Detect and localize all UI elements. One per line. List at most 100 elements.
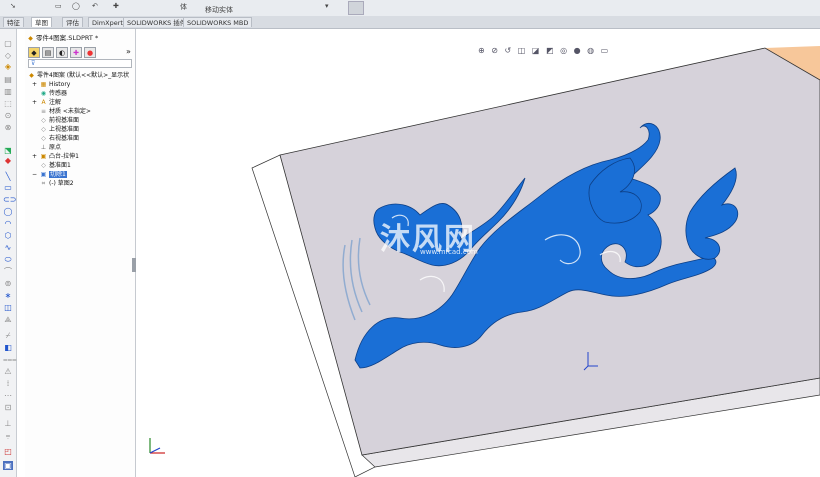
tab-solidworks-mbd[interactable]: SOLIDWORKS MBD <box>183 17 253 27</box>
tree-item-history[interactable]: + ▦ History <box>31 81 70 89</box>
plane-icon[interactable]: ⟁ <box>3 315 13 324</box>
tab-evaluate[interactable]: 评估 <box>62 17 83 27</box>
tree-item-top-plane[interactable]: ◇ 上视基准面 <box>31 126 79 134</box>
property-manager-tab-icon[interactable]: ▤ <box>42 47 54 58</box>
watermark-url: www.mfcad.com <box>420 248 478 256</box>
linear-pattern-icon[interactable]: ⁞ <box>3 379 13 388</box>
display-manager-tab-icon[interactable]: ● <box>84 47 96 58</box>
move-entities-icon[interactable]: ⋯ <box>3 391 13 400</box>
collapse-icon[interactable]: − <box>31 171 38 178</box>
tree-item-label: 材质 <未指定> <box>49 108 91 115</box>
arrow-icon[interactable]: ➘ <box>10 2 16 10</box>
tab-dimxpert[interactable]: DimXpert <box>88 17 127 27</box>
view-settings-icon[interactable]: ▭ <box>601 46 609 55</box>
cut-icon: ▣ <box>40 171 47 178</box>
material-icon: ≡ <box>40 108 47 115</box>
display-style-icon[interactable]: ◩ <box>546 46 554 55</box>
trim-icon[interactable]: ⌿ <box>3 331 13 340</box>
smart-dimension-icon[interactable]: ◈ <box>3 62 13 71</box>
arc-icon[interactable]: ◠ <box>3 219 13 228</box>
toolbar-label-body: 体 <box>180 3 187 11</box>
display-relations-icon[interactable]: ⊥ <box>3 419 13 428</box>
polygon-icon[interactable]: ⬡ <box>3 231 13 240</box>
circle-icon[interactable]: ◯ <box>3 207 13 216</box>
tree-root[interactable]: ◆ 零件4图案 (默认<<默认>_显示状 <box>28 72 129 80</box>
tree-item-cut1[interactable]: − ▣ 切除1 <box>31 171 67 179</box>
previous-view-icon[interactable]: ↺ <box>505 46 512 55</box>
plane-icon: ◇ <box>41 135 46 142</box>
sketch-icon[interactable]: ▢ <box>3 39 13 48</box>
feature-tree-tab-icon[interactable]: ◆ <box>28 47 40 58</box>
edit-appearance-icon[interactable]: ● <box>574 46 581 55</box>
dropdown-icon[interactable]: ▾ <box>325 2 329 10</box>
tree-filter-input[interactable]: ⊽ <box>28 59 132 68</box>
3d-model-view <box>149 46 820 477</box>
hide-show-items-icon[interactable]: ◎ <box>560 46 567 55</box>
spline-icon[interactable]: ∿ <box>3 243 13 252</box>
text-icon[interactable]: ◫ <box>3 303 13 312</box>
circular-pattern-icon[interactable]: ⊡ <box>3 403 13 412</box>
tree-item-plane1[interactable]: ◇ 基准面1 <box>31 162 71 170</box>
tab-solidworks-addins[interactable]: SOLIDWORKS 插件 <box>123 17 191 27</box>
expand-icon[interactable]: + <box>31 99 38 106</box>
quick-snaps-icon[interactable]: ◰ <box>3 447 13 456</box>
tab-features[interactable]: 特征 <box>3 17 24 27</box>
rectangle-tool-icon[interactable]: ▭ <box>55 2 62 10</box>
spacer-icon <box>31 162 38 169</box>
tree-item-label: 切除1 <box>49 171 67 178</box>
add-relation-icon[interactable]: ⩦ <box>3 431 13 440</box>
ellipse-icon[interactable]: ⬭ <box>3 255 13 264</box>
feature-manager-panel: ◆ 零件4图案.SLDPRT * ◆ ▤ ◐ ✚ ● » ⊽ ◆ 零件4图案 (默认… <box>25 29 136 477</box>
tree-item-label: 基准面1 <box>49 162 71 169</box>
dimension-icon[interactable]: ◇ <box>3 51 13 60</box>
document-title-text: 零件4图案.SLDPRT * <box>36 34 99 42</box>
graphics-area[interactable] <box>136 29 820 477</box>
zoom-to-area-icon[interactable]: ⊘ <box>491 46 498 55</box>
slot-icon[interactable]: ⊂⊃ <box>3 195 16 204</box>
expand-icon[interactable]: + <box>31 153 38 160</box>
tree-root-label: 零件4图案 (默认<<默认>_显示状 <box>37 72 130 79</box>
tab-sketch[interactable]: 草图 <box>31 17 52 27</box>
document-title: ◆ 零件4图案.SLDPRT * <box>27 32 98 42</box>
mirror-icon[interactable]: ⚠ <box>3 367 13 376</box>
line-icon[interactable]: ╲ <box>3 172 13 181</box>
tree-item-right-plane[interactable]: ◇ 右视基准面 <box>31 135 79 143</box>
offset-icon[interactable]: ⊚ <box>3 279 13 288</box>
exit-sketch-icon[interactable]: ⬔ <box>3 146 13 155</box>
offset-entities-icon[interactable]: ⩶ <box>3 355 17 364</box>
rapid-sketch-icon[interactable]: ⊙ <box>3 111 13 120</box>
relation-icon[interactable]: ▤ <box>3 75 13 84</box>
tree-item-annotations[interactable]: + A 注解 <box>31 99 61 107</box>
tree-item-boss-extrude[interactable]: + ▣ 凸台-拉伸1 <box>31 153 79 161</box>
convert-entities-icon[interactable]: ◧ <box>3 343 13 352</box>
arc-tool-icon[interactable]: ↶ <box>92 2 98 10</box>
view-orientation-icon[interactable]: ◪ <box>532 46 540 55</box>
view-toggle-button[interactable] <box>348 1 364 15</box>
point-icon[interactable]: ∗ <box>3 291 13 300</box>
dimxpert-tab-icon[interactable]: ✚ <box>70 47 82 58</box>
smart-dim-icon[interactable]: ◆ <box>3 156 13 165</box>
section-view-icon[interactable]: ◫ <box>518 46 526 55</box>
toolbar-label-move-body[interactable]: 移动实体 <box>205 5 233 15</box>
apply-scene-icon[interactable]: ◍ <box>587 46 594 55</box>
fillet-icon[interactable]: ⌒ <box>3 267 13 276</box>
tree-item-sketch2[interactable]: ⌗ (-) 草图2 <box>40 180 74 188</box>
zoom-to-fit-icon[interactable]: ⊕ <box>478 46 485 55</box>
tree-item-material[interactable]: ≡ 材质 <未指定> <box>31 108 91 116</box>
quick-snap-icon[interactable]: ⬚ <box>3 99 13 108</box>
instant-2d-icon[interactable]: ⊗ <box>3 123 13 132</box>
point-tool-icon[interactable]: ✚ <box>113 2 119 10</box>
tree-item-sensors[interactable]: ◉ 传感器 <box>31 90 67 98</box>
tree-item-origin[interactable]: ⊥ 原点 <box>31 144 61 152</box>
configuration-tab-icon[interactable]: ◐ <box>56 47 68 58</box>
repair-icon[interactable]: ▥ <box>3 87 13 96</box>
sketch-picture-icon[interactable]: ▣ <box>3 461 13 470</box>
expand-icon[interactable]: + <box>31 81 38 88</box>
tree-item-label: (-) 草图2 <box>49 180 74 187</box>
expand-panel-icon[interactable]: » <box>126 47 131 56</box>
rectangle-icon[interactable]: ▭ <box>3 183 13 192</box>
plane-icon: ◇ <box>41 126 46 133</box>
tree-item-front-plane[interactable]: ◇ 前视基准面 <box>31 117 79 125</box>
tree-item-label: 注解 <box>49 99 62 106</box>
circle-tool-icon[interactable]: ◯ <box>72 2 80 10</box>
